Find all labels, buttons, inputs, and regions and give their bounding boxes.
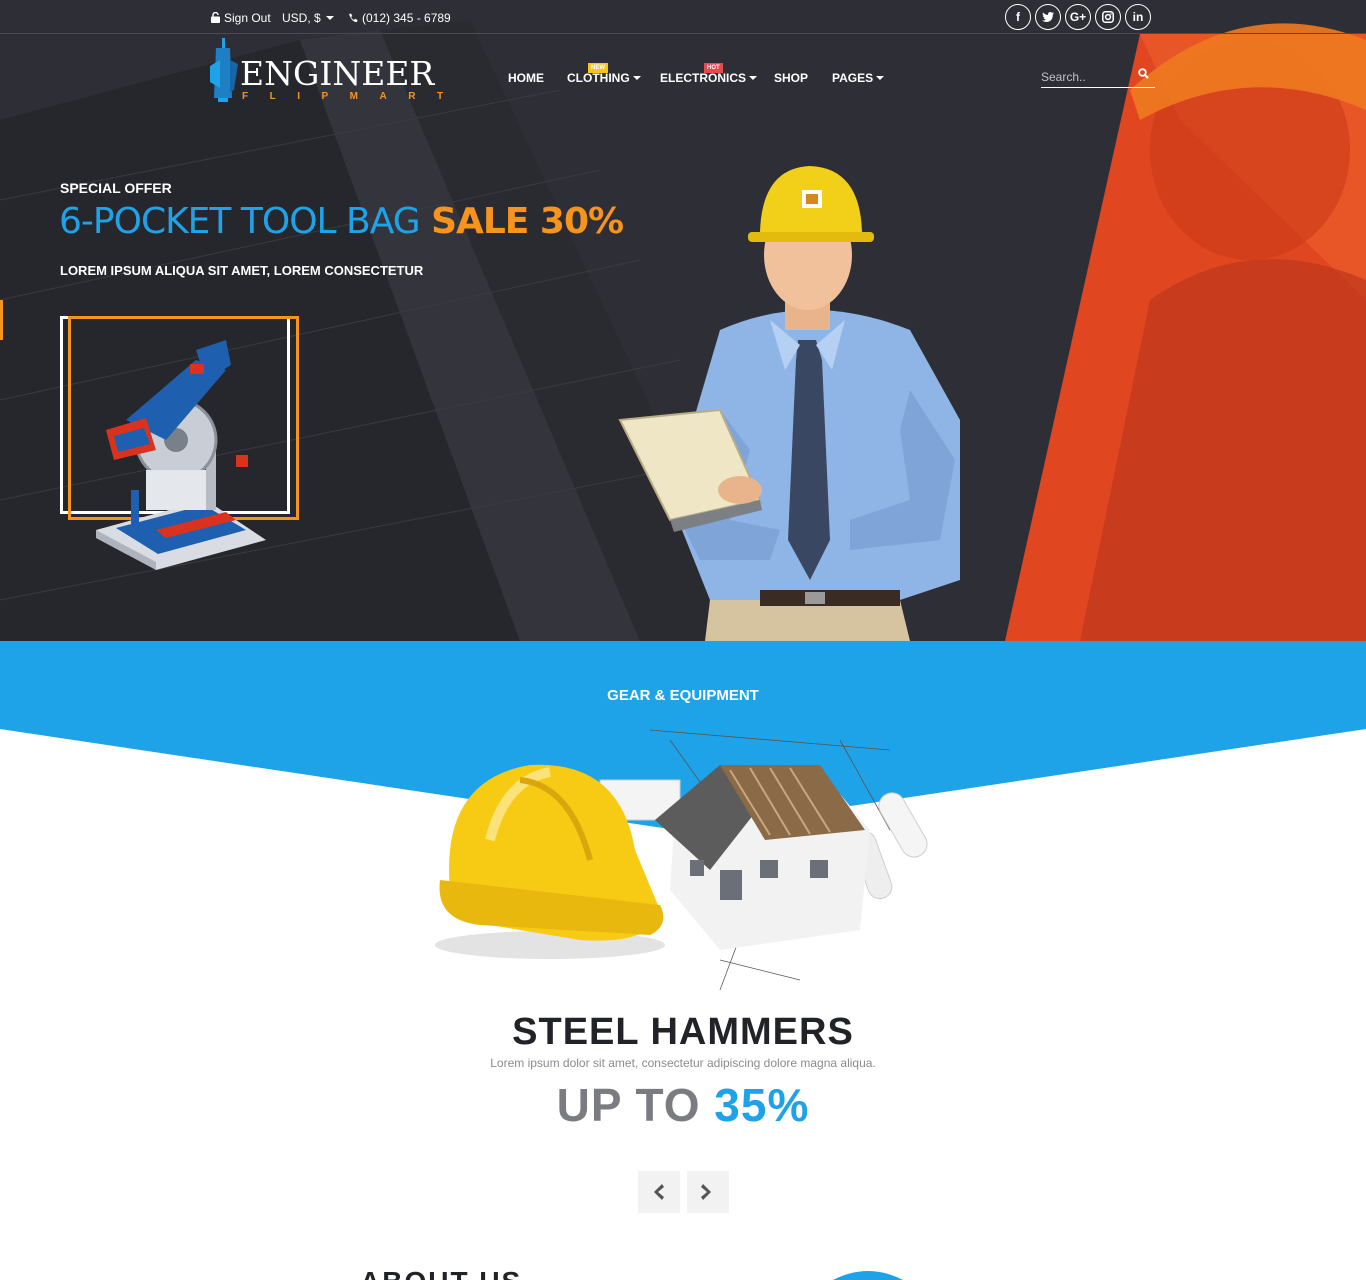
gear-section-title: GEAR & EQUIPMENT [607,687,759,704]
about-us-title: ABOUT US [360,1266,522,1280]
google-plus-icon[interactable]: G+ [1065,4,1091,30]
sign-out-link[interactable]: Sign Out [211,11,271,25]
google-plus-glyph: G+ [1069,10,1087,24]
site-logo[interactable]: ENGINEER FLIPMART [210,38,450,104]
nav-electronics-label: ELECTRONICS [660,71,747,85]
twitter-icon[interactable] [1035,4,1061,30]
nav-electronics[interactable]: ELECTRONICS [660,71,758,85]
nav-pages-label: PAGES [832,71,874,85]
about-decoration [833,1271,903,1280]
chevron-right-icon [701,1184,711,1200]
phone-icon [349,13,358,23]
discount-prefix: UP TO [556,1079,701,1131]
hero-banner: Sign Out USD, $ (012) 345 - 6789 f G+ in… [0,0,1366,641]
chevron-down-icon [632,76,641,80]
nav-home-label: HOME [508,71,544,85]
top-bar: Sign Out USD, $ (012) 345 - 6789 f G+ in [0,0,1366,34]
discount-label: UP TO 35% [0,1080,1366,1130]
search-input[interactable] [1041,68,1131,86]
hero-headline-sale: SALE 30% [431,201,624,242]
discount-percent: 35% [714,1079,810,1131]
hero-headline-product: 6-POCKET TOOL BAG [59,201,421,242]
twitter-glyph [1042,12,1054,22]
next-slide-button[interactable] [687,1171,729,1213]
phone-number: (012) 345 - 6789 [348,11,451,25]
previous-slide-button[interactable] [638,1171,680,1213]
hero-headline: 6-POCKET TOOL BAG SALE 30% [59,201,624,242]
nav-shop[interactable]: SHOP [774,71,808,85]
chevron-down-icon [876,76,885,80]
logo-wordmark: ENGINEER [240,54,435,93]
chevron-down-icon [749,76,758,80]
slide-indicator [0,300,3,340]
miter-saw-image[interactable] [86,340,276,570]
search-icon[interactable] [1138,68,1149,79]
search-box [1041,66,1155,88]
instagram-glyph [1102,11,1114,23]
facebook-glyph: f [1016,10,1020,24]
sign-out-label: Sign Out [224,11,271,25]
currency-dropdown[interactable]: USD, $ [282,11,334,25]
nav-clothing-label: CLOTHING [567,71,630,85]
chevron-left-icon [654,1184,664,1200]
logo-subtitle: FLIPMART [242,91,465,102]
lock-icon [211,11,220,23]
nav-shop-label: SHOP [774,71,809,85]
phone-label: (012) 345 - 6789 [362,11,451,25]
engineer-image [618,166,960,641]
instagram-icon[interactable] [1095,4,1121,30]
chevron-down-icon [325,16,334,20]
nav-home[interactable]: HOME [508,71,544,85]
hardhat-house-image [435,729,928,991]
hero-kicker: SPECIAL OFFER [60,180,172,196]
nav-pages[interactable]: PAGES [832,71,885,85]
logo-tower-icon [210,38,238,102]
facebook-icon[interactable]: f [1005,4,1031,30]
product-title: STEEL HAMMERS [512,1011,854,1053]
hero-subtitle: LOREM IPSUM ALIQUA SIT AMET, LOREM CONSE… [60,263,424,278]
currency-label: USD, $ [282,11,321,25]
linkedin-glyph: in [1132,10,1144,24]
linkedin-icon[interactable]: in [1125,4,1151,30]
product-description: Lorem ipsum dolor sit amet, consectetur … [490,1056,876,1070]
nav-clothing[interactable]: CLOTHING [567,71,641,85]
